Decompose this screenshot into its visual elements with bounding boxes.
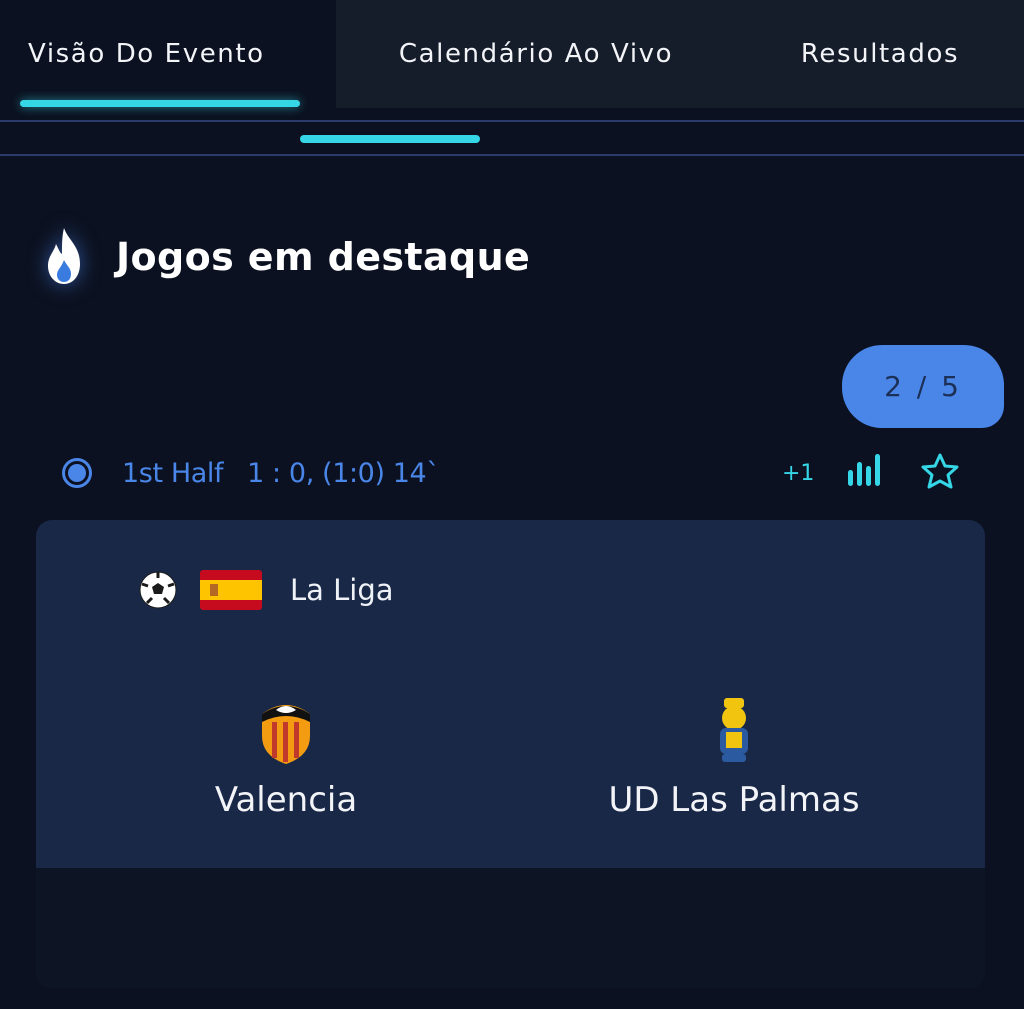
featured-match-card[interactable]: La Liga Valencia UD Las Palmas xyxy=(36,520,985,868)
divider xyxy=(0,154,1024,156)
active-tab-underline xyxy=(20,100,300,107)
home-team-name: Valencia xyxy=(214,780,358,820)
stats-icon[interactable] xyxy=(846,452,884,488)
tab-bar: Visão Do Evento Calendário Ao Vivo Resul… xyxy=(0,0,1024,108)
las-palmas-crest-icon xyxy=(720,698,748,762)
spain-flag-icon xyxy=(200,570,262,610)
section-title: Jogos em destaque xyxy=(116,235,531,279)
match-period: 1st Half xyxy=(122,457,224,489)
away-team-name: UD Las Palmas xyxy=(608,780,860,820)
flame-icon xyxy=(48,228,80,284)
tab-live-calendar[interactable]: Calendário Ao Vivo xyxy=(336,0,736,108)
section-header: Jogos em destaque xyxy=(40,222,530,292)
divider xyxy=(0,120,1024,122)
tab-event-view[interactable]: Visão Do Evento xyxy=(0,0,336,108)
league-row: La Liga xyxy=(138,568,394,612)
league-name: La Liga xyxy=(290,573,394,607)
match-status-row: 1st Half 1 : 0, (1:0) 14` +1 xyxy=(62,448,962,498)
tab-results[interactable]: Resultados xyxy=(736,0,1024,108)
home-team: Valencia xyxy=(86,696,486,820)
tab-label: Resultados xyxy=(800,39,960,69)
star-icon[interactable] xyxy=(920,452,960,490)
carousel-pager[interactable]: 2 / 5 xyxy=(842,345,1004,428)
soccer-ball-icon xyxy=(139,571,177,609)
live-indicator-icon xyxy=(62,458,92,488)
valencia-crest-icon xyxy=(262,705,310,764)
tab-label: Calendário Ao Vivo xyxy=(398,39,674,69)
away-team: UD Las Palmas xyxy=(534,696,934,820)
tab-label: Visão Do Evento xyxy=(28,39,265,69)
match-score: 1 : 0, (1:0) 14` xyxy=(247,457,440,489)
card-footer xyxy=(36,868,985,988)
scroll-indicator[interactable] xyxy=(300,135,480,143)
more-markets-link[interactable]: +1 xyxy=(782,461,814,486)
